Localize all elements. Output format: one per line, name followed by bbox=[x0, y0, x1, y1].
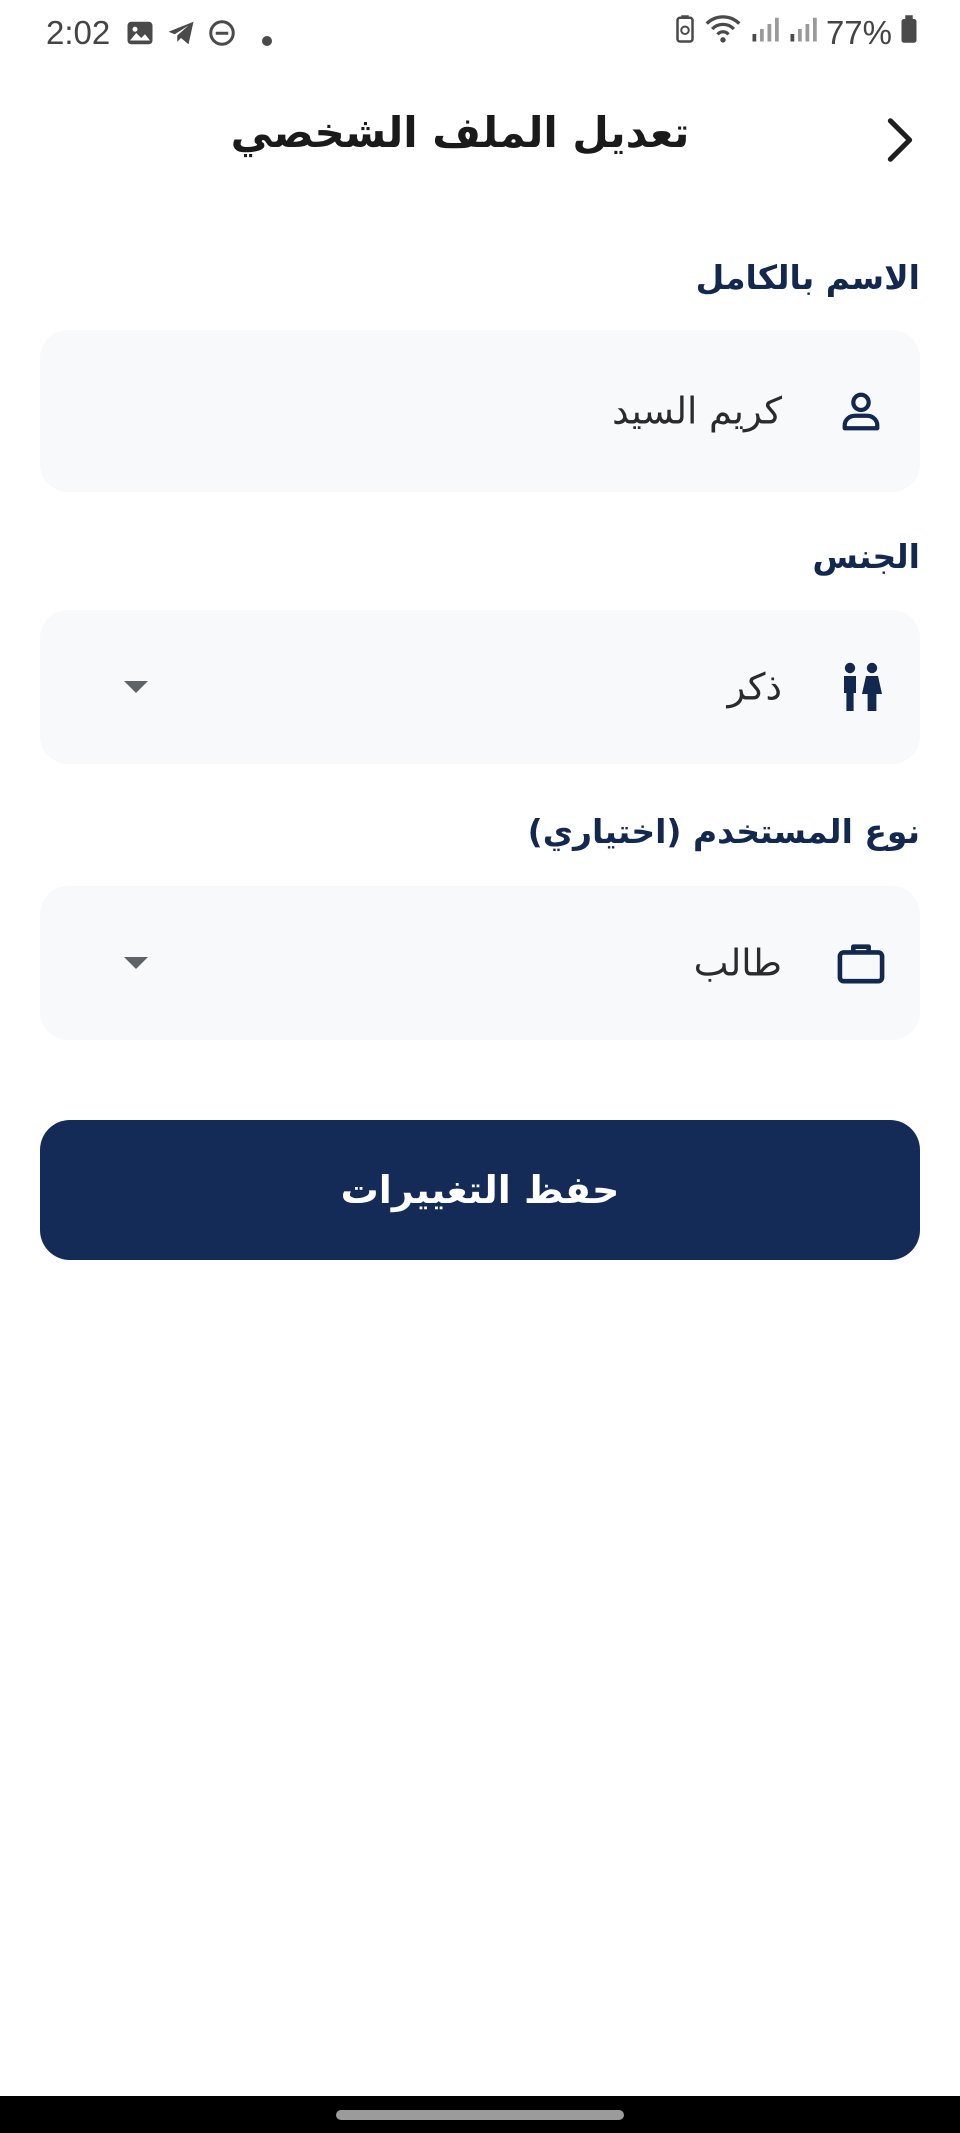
dnd-icon bbox=[207, 18, 237, 56]
save-changes-button[interactable]: حفظ التغييرات bbox=[40, 1120, 920, 1260]
system-nav-bar bbox=[0, 2096, 960, 2133]
user-type-select[interactable]: طالب bbox=[40, 886, 920, 1040]
page-title: تعديل الملف الشخصي bbox=[230, 108, 690, 157]
status-bar: 2:02 77% bbox=[0, 0, 960, 68]
image-icon bbox=[125, 18, 155, 56]
edit-profile-screen: 2:02 77% تعديل الملف الشخصي الاسم بالكام… bbox=[0, 0, 960, 2133]
telegram-icon bbox=[165, 18, 197, 56]
gender-value: ذكر bbox=[727, 665, 782, 709]
battery-icon bbox=[900, 14, 918, 52]
full-name-value bbox=[182, 389, 782, 433]
signal-icon-secondary bbox=[788, 14, 818, 52]
user-type-label: نوع المستخدم (اختياري) bbox=[527, 812, 920, 851]
full-name-label: الاسم بالكامل bbox=[695, 258, 920, 297]
status-time: 2:02 bbox=[46, 14, 111, 51]
chevron-down-icon bbox=[124, 681, 148, 693]
app-header: تعديل الملف الشخصي bbox=[0, 100, 960, 180]
chevron-right-icon bbox=[884, 116, 916, 168]
person-icon bbox=[836, 386, 886, 436]
full-name-input[interactable] bbox=[182, 389, 782, 433]
home-indicator[interactable] bbox=[336, 2110, 624, 2120]
user-type-value: طالب bbox=[693, 941, 782, 985]
system-icons: 77% bbox=[674, 14, 918, 52]
chevron-down-icon bbox=[124, 957, 148, 969]
briefcase-icon bbox=[836, 938, 886, 988]
back-button[interactable] bbox=[876, 112, 924, 172]
notification-icons bbox=[125, 18, 273, 56]
people-icon bbox=[836, 662, 886, 712]
gender-label: الجنس bbox=[812, 537, 920, 576]
full-name-field[interactable] bbox=[40, 330, 920, 492]
dot-icon bbox=[261, 19, 273, 55]
gender-select[interactable]: ذكر bbox=[40, 610, 920, 764]
signal-icon bbox=[750, 14, 780, 52]
battery-saver-icon bbox=[674, 14, 696, 52]
battery-percent: 77% bbox=[825, 14, 892, 51]
wifi-icon bbox=[704, 14, 742, 52]
